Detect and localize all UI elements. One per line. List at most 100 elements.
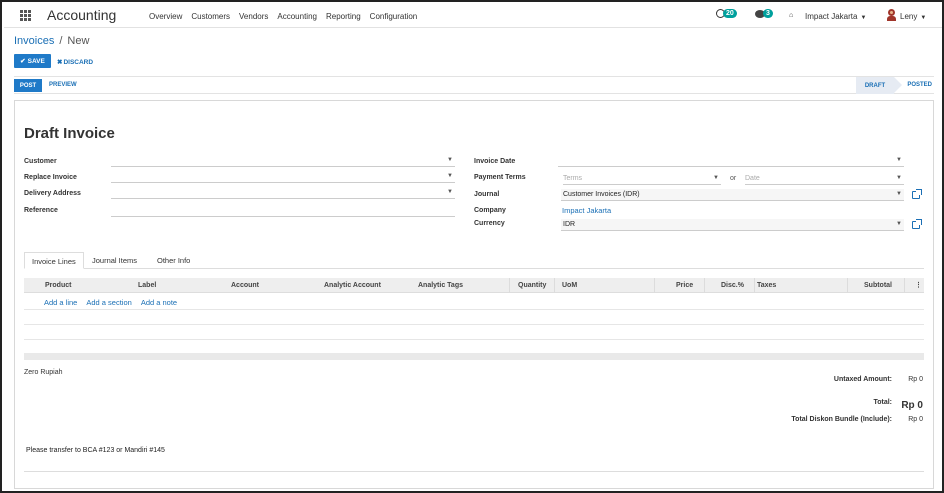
total-value: Rp 0 bbox=[901, 400, 923, 411]
col-account[interactable]: Account bbox=[231, 282, 259, 289]
invoice-date-field[interactable]: ▼ bbox=[558, 157, 904, 167]
app-name: Accounting bbox=[47, 7, 117, 23]
tab-journal-items[interactable]: Journal Items bbox=[92, 252, 137, 269]
breadcrumb: Invoices / New bbox=[14, 35, 89, 47]
terms-narration[interactable]: Please transfer to BCA #123 or Mandiri #… bbox=[26, 447, 165, 454]
column-divider bbox=[654, 278, 655, 293]
payment-terms-field[interactable]: Terms ▼ bbox=[563, 175, 721, 185]
company-switcher[interactable]: Impact Jakarta ▼ bbox=[805, 12, 866, 21]
column-divider bbox=[904, 278, 905, 293]
reference-field[interactable] bbox=[111, 207, 455, 217]
journal-label: Journal bbox=[474, 191, 500, 198]
due-date-field[interactable]: Date ▼ bbox=[745, 175, 904, 185]
col-analytic-account[interactable]: Analytic Account bbox=[324, 282, 381, 289]
menu-item-customers[interactable]: Customers bbox=[191, 12, 230, 21]
caret-down-icon: ▼ bbox=[860, 15, 867, 21]
messages-button[interactable]: 3 bbox=[755, 9, 773, 18]
divider bbox=[24, 471, 924, 472]
caret-down-icon: ▼ bbox=[920, 15, 927, 21]
delivery-address-label: Delivery Address bbox=[24, 190, 81, 197]
bundle-discount-value: Rp 0 bbox=[908, 416, 923, 423]
add-section-link[interactable]: Add a section bbox=[86, 298, 131, 307]
date-placeholder: Date bbox=[745, 175, 760, 182]
menu-item-reporting[interactable]: Reporting bbox=[326, 12, 361, 21]
bundle-discount-label: Total Diskon Bundle (Include): bbox=[791, 416, 892, 423]
untaxed-amount-value: Rp 0 bbox=[908, 376, 923, 383]
column-divider bbox=[704, 278, 705, 293]
company-link[interactable]: Impact Jakarta bbox=[562, 206, 611, 215]
amount-in-words: Zero Rupiah bbox=[24, 369, 63, 376]
company-name: Impact Jakarta bbox=[805, 12, 858, 21]
currency-field[interactable]: IDR ▼ bbox=[561, 219, 904, 231]
reference-label: Reference bbox=[24, 207, 58, 214]
post-button[interactable]: POST bbox=[14, 79, 42, 92]
journal-field[interactable]: Customer Invoices (IDR) ▼ bbox=[561, 189, 904, 201]
table-row bbox=[24, 309, 924, 310]
currency-label: Currency bbox=[474, 220, 505, 227]
replace-invoice-field[interactable]: ▼ bbox=[111, 173, 455, 183]
save-button[interactable]: ✔ SAVE bbox=[14, 54, 51, 68]
preview-button[interactable]: PREVIEW bbox=[49, 82, 77, 88]
window-frame: Accounting Overview Customers Vendors Ac… bbox=[0, 0, 944, 493]
external-link-icon[interactable] bbox=[912, 219, 922, 229]
col-subtotal[interactable]: Subtotal bbox=[864, 282, 892, 289]
save-label: SAVE bbox=[27, 57, 45, 65]
activity-count-badge: 20 bbox=[723, 9, 737, 18]
breadcrumb-current: New bbox=[67, 35, 90, 47]
column-divider bbox=[754, 278, 755, 293]
breadcrumb-separator: / bbox=[59, 35, 63, 47]
building-icon: ⌂ bbox=[789, 12, 794, 19]
optional-columns-icon[interactable]: ⋮ bbox=[915, 281, 922, 289]
discard-label: DISCARD bbox=[63, 59, 94, 66]
menu-item-overview[interactable]: Overview bbox=[149, 12, 182, 21]
delivery-address-field[interactable]: ▼ bbox=[111, 189, 455, 199]
col-uom[interactable]: UoM bbox=[562, 282, 577, 289]
caret-down-icon: ▼ bbox=[896, 157, 902, 163]
tab-other-info[interactable]: Other Info bbox=[157, 252, 190, 269]
add-line-link[interactable]: Add a line bbox=[44, 298, 77, 307]
menu-item-configuration[interactable]: Configuration bbox=[370, 12, 418, 21]
untaxed-amount-label: Untaxed Amount: bbox=[833, 376, 892, 383]
tab-invoice-lines[interactable]: Invoice Lines bbox=[24, 252, 84, 269]
app-menu-grid-icon[interactable] bbox=[20, 10, 31, 21]
stage-posted[interactable]: POSTED bbox=[907, 82, 932, 88]
col-product[interactable]: Product bbox=[45, 282, 71, 289]
company-label: Company bbox=[474, 207, 506, 214]
discard-button[interactable]: ✖DISCARD bbox=[57, 58, 93, 66]
add-actions-row: Add a line Add a section Add a note bbox=[44, 298, 177, 307]
caret-down-icon: ▼ bbox=[896, 175, 902, 181]
col-price[interactable]: Price bbox=[676, 282, 693, 289]
stage-draft[interactable]: DRAFT bbox=[856, 77, 902, 94]
user-avatar[interactable] bbox=[887, 9, 896, 22]
col-taxes[interactable]: Taxes bbox=[757, 282, 776, 289]
col-quantity[interactable]: Quantity bbox=[518, 282, 546, 289]
col-analytic-tags[interactable]: Analytic Tags bbox=[418, 282, 463, 289]
table-row bbox=[24, 324, 924, 325]
main-menu: Overview Customers Vendors Accounting Re… bbox=[149, 12, 417, 21]
menu-item-vendors[interactable]: Vendors bbox=[239, 12, 268, 21]
activity-button[interactable]: 20 bbox=[716, 9, 737, 18]
column-divider bbox=[554, 278, 555, 293]
caret-down-icon: ▼ bbox=[447, 173, 453, 179]
add-note-link[interactable]: Add a note bbox=[141, 298, 177, 307]
column-divider bbox=[509, 278, 510, 293]
journal-value: Customer Invoices (IDR) bbox=[563, 191, 640, 198]
caret-down-icon: ▼ bbox=[447, 189, 453, 195]
close-icon: ✖ bbox=[57, 59, 63, 66]
notebook-tabs: Invoice Lines Journal Items Other Info bbox=[24, 252, 924, 269]
user-menu[interactable]: Leny ▼ bbox=[900, 12, 926, 21]
user-name: Leny bbox=[900, 12, 918, 21]
page-title: Draft Invoice bbox=[24, 125, 115, 142]
col-label[interactable]: Label bbox=[138, 282, 156, 289]
customer-field[interactable]: ▼ bbox=[111, 157, 455, 167]
col-discount[interactable]: Disc.% bbox=[721, 282, 744, 289]
total-label: Total: bbox=[873, 399, 892, 406]
breadcrumb-invoices-link[interactable]: Invoices bbox=[14, 35, 54, 47]
or-text: or bbox=[730, 175, 737, 182]
external-link-icon[interactable] bbox=[912, 189, 922, 199]
replace-invoice-label: Replace Invoice bbox=[24, 174, 77, 181]
message-count-badge: 3 bbox=[763, 9, 773, 18]
menu-item-accounting[interactable]: Accounting bbox=[277, 12, 317, 21]
check-icon: ✔ bbox=[20, 58, 26, 65]
table-footer bbox=[24, 353, 924, 360]
